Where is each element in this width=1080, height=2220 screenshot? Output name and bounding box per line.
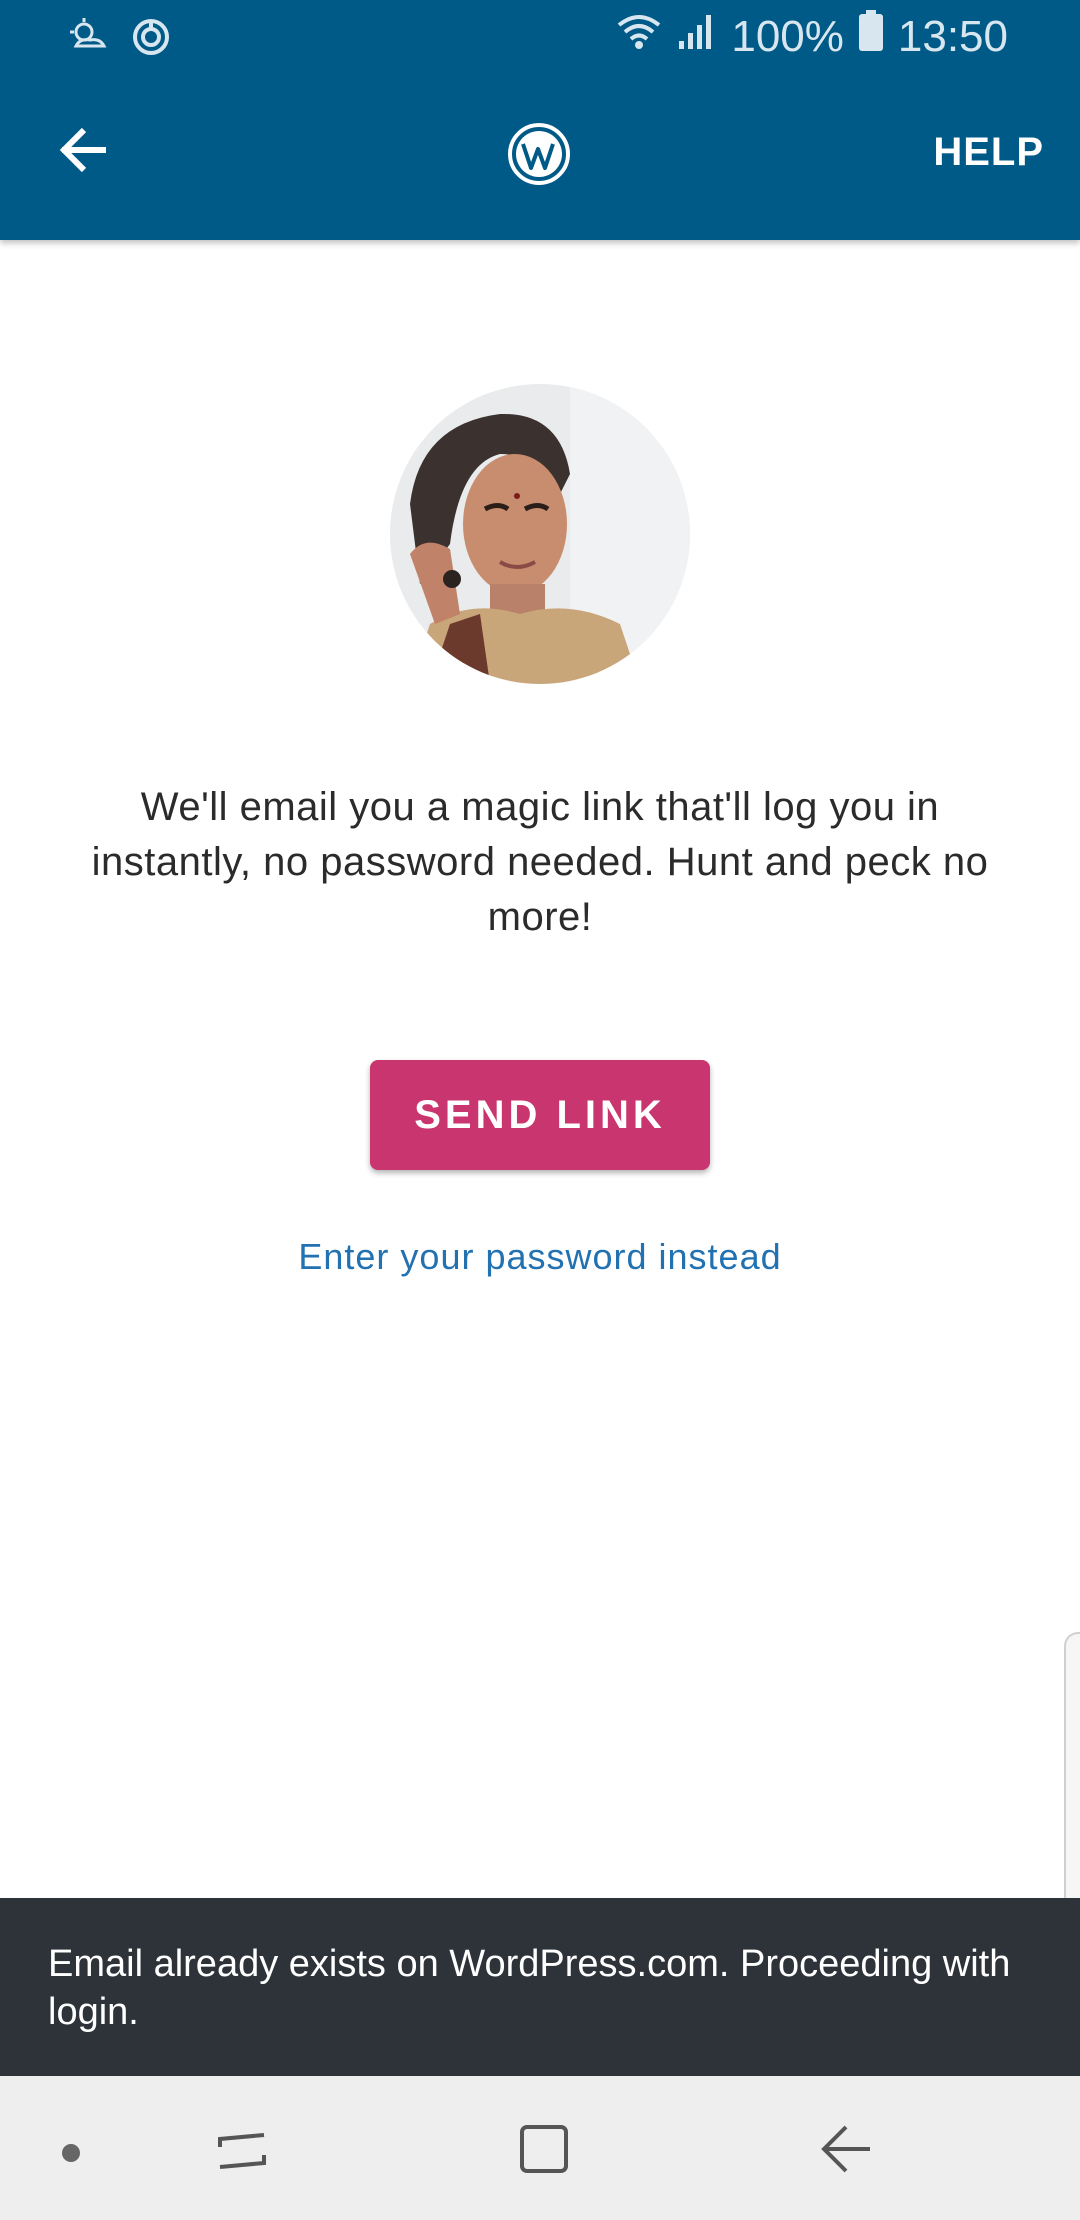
back-icon (818, 2121, 874, 2182)
navigation-bar (0, 2076, 1080, 2220)
home-button[interactable] (504, 2116, 584, 2186)
wordpress-logo-icon (507, 122, 571, 186)
battery-icon (858, 10, 884, 63)
battery-percent: 100% (731, 11, 844, 61)
weather-icon (66, 14, 112, 65)
help-button[interactable]: HELP (933, 130, 1044, 175)
top-bar: 100% 13:50 HELP (0, 0, 1080, 240)
arrow-back-icon (56, 122, 112, 183)
enter-password-link[interactable]: Enter your password instead (0, 1236, 1080, 1278)
clock: 13:50 (897, 11, 1008, 61)
wifi-icon (615, 11, 663, 62)
home-icon (516, 2121, 572, 2182)
app-bar: HELP (0, 74, 1080, 240)
nav-back-button[interactable] (806, 2116, 886, 2186)
back-button[interactable] (48, 116, 120, 188)
nav-dot-icon (62, 2144, 80, 2162)
status-bar: 100% 13:50 (0, 0, 1080, 74)
signal-icon (677, 11, 717, 62)
recent-apps-button[interactable] (202, 2116, 282, 2186)
snackbar-message: Email already exists on WordPress.com. P… (48, 1943, 1011, 2033)
snackbar: Email already exists on WordPress.com. P… (0, 1898, 1080, 2076)
send-link-button[interactable]: SEND LINK (370, 1060, 710, 1170)
avatar (390, 384, 690, 684)
sync-icon (128, 14, 174, 65)
magic-link-message: We'll email you a magic link that'll log… (91, 785, 989, 939)
recent-apps-icon (214, 2121, 270, 2182)
